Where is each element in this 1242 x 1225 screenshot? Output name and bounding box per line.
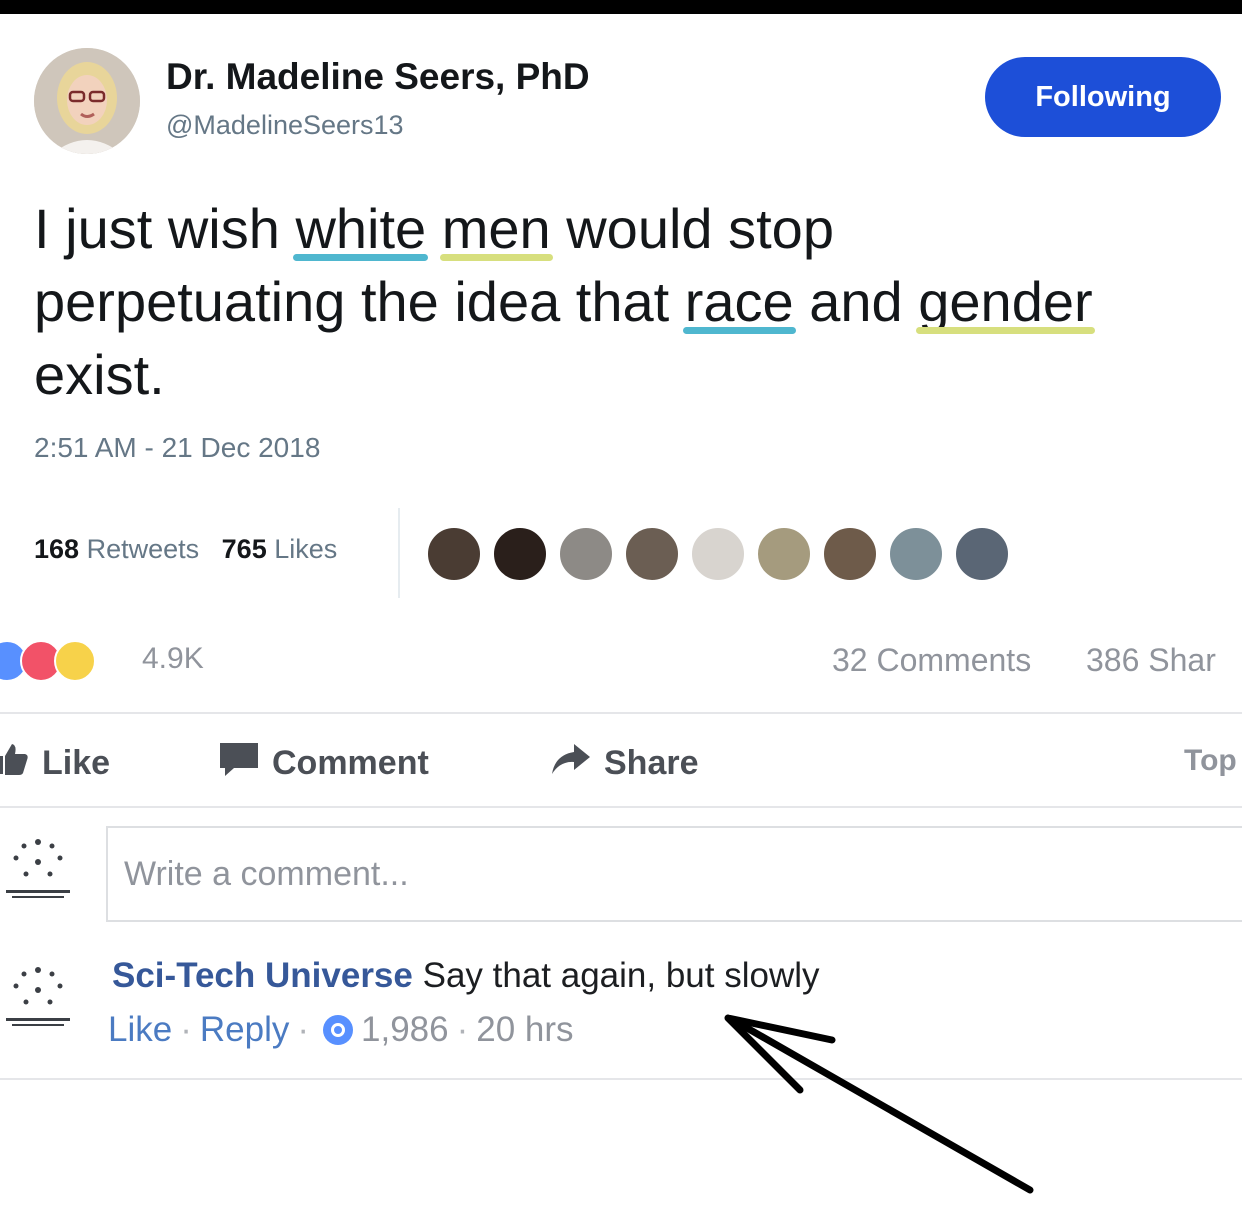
wow-reaction-icon — [54, 640, 96, 682]
top-comments-link[interactable]: Top — [1184, 744, 1237, 778]
comment-author[interactable]: Sci-Tech Universe — [112, 956, 413, 995]
author-name[interactable]: Dr. Madeline Seers, PhD — [166, 56, 590, 98]
page-avatar[interactable] — [2, 834, 74, 906]
tweet-word: I — [34, 197, 50, 260]
liker-avatar[interactable] — [888, 526, 944, 582]
author-handle[interactable]: @MadelineSeers13 — [166, 110, 404, 141]
thumbs-up-icon — [0, 742, 30, 785]
comment-button[interactable]: Comment — [218, 738, 429, 788]
tweet-word: wish — [167, 197, 280, 260]
author-avatar[interactable] — [34, 48, 140, 154]
separator-dot: · — [180, 1010, 192, 1049]
tweet-word-underlined-blue: race — [682, 265, 796, 338]
tweet-word-underlined-yellow: men — [439, 192, 553, 265]
comment-label: Comment — [272, 743, 429, 782]
retweets-count[interactable]: 168 — [34, 534, 79, 564]
comment-input[interactable] — [106, 826, 1242, 922]
tweet-timestamp[interactable]: 2:51 AM - 21 Dec 2018 — [34, 432, 320, 464]
likes-count[interactable]: 765 — [222, 534, 267, 564]
stats-divider — [398, 508, 400, 598]
separator-dot: · — [297, 1010, 310, 1049]
tweet-word: that — [575, 270, 670, 333]
comment-text: Say that again, but slowly — [422, 956, 820, 995]
liker-avatar[interactable] — [624, 526, 680, 582]
liker-avatar[interactable] — [756, 526, 812, 582]
divider — [0, 1078, 1242, 1080]
reactions-count[interactable]: 4.9K — [142, 642, 204, 676]
tweet-word-underlined-blue: white — [293, 192, 428, 265]
tweet-word: stop — [728, 197, 834, 260]
likes-label[interactable]: Likes — [274, 534, 337, 564]
like-button[interactable]: Like — [0, 738, 110, 788]
like-badge-icon — [323, 1015, 354, 1045]
like-label: Like — [42, 743, 111, 782]
top-black-bar — [0, 0, 1242, 14]
comment-like-count[interactable]: 1,986 — [361, 1010, 449, 1050]
comment-like-link[interactable]: Like — [108, 1010, 172, 1050]
divider — [0, 712, 1242, 714]
share-button[interactable]: Share — [550, 738, 699, 788]
liker-avatar[interactable] — [822, 526, 878, 582]
liker-avatar[interactable] — [954, 526, 1010, 582]
tweet-word-underlined-yellow: gender — [916, 265, 1096, 338]
liker-avatar[interactable] — [690, 526, 746, 582]
tweet-word: perpetuating — [34, 270, 346, 333]
tweet-text: I just wish white men would stop perpetu… — [34, 192, 1234, 411]
comment-meta: Like · Reply · 1,986 · 20 hrs — [108, 1010, 574, 1050]
liker-avatar[interactable] — [558, 526, 614, 582]
tweet-word: just — [65, 197, 153, 260]
liker-avatar[interactable] — [492, 526, 548, 582]
retweets-label[interactable]: Retweets — [87, 534, 200, 564]
share-label: Share — [604, 743, 699, 782]
shares-count[interactable]: 386 Shar — [1086, 642, 1216, 679]
comment-reply-link[interactable]: Reply — [200, 1010, 289, 1050]
tweet-stats: 168 Retweets 765 Likes — [34, 534, 337, 565]
divider — [0, 806, 1242, 808]
comment: Sci-Tech Universe Say that again, but sl… — [112, 956, 820, 996]
comment-age[interactable]: 20 hrs — [476, 1010, 573, 1050]
tweet-word: would — [566, 197, 713, 260]
tweet-word: idea — [454, 270, 561, 333]
separator-dot: · — [456, 1010, 469, 1049]
tweet-word: exist. — [34, 343, 165, 406]
share-arrow-icon — [550, 742, 592, 785]
liker-avatar[interactable] — [426, 526, 482, 582]
comments-count[interactable]: 32 Comments — [832, 642, 1031, 679]
tweet-word: and — [809, 270, 903, 333]
speech-bubble-icon — [218, 740, 260, 787]
annotation-arrow-icon — [724, 1014, 1034, 1194]
following-button[interactable]: Following — [985, 57, 1221, 137]
tweet-word: the — [360, 270, 439, 333]
commenter-avatar[interactable] — [2, 962, 74, 1034]
